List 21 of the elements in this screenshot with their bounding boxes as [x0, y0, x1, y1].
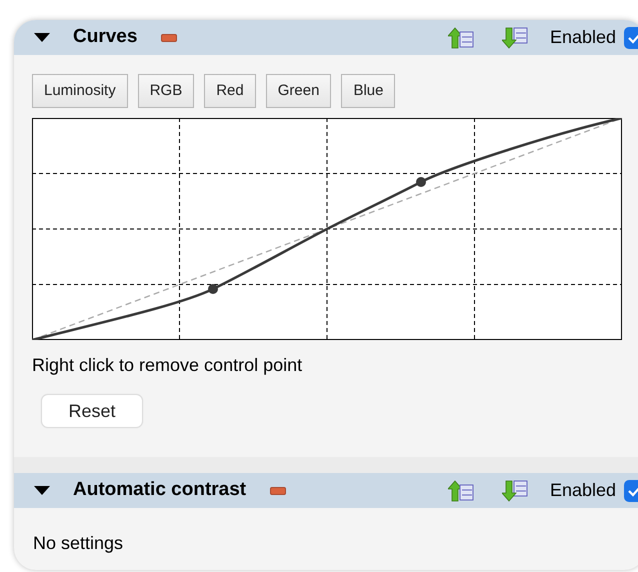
move-up-icon[interactable]	[448, 26, 474, 48]
enabled-label: Enabled	[550, 479, 616, 502]
channel-button[interactable]: RGB	[138, 74, 194, 108]
reset-button[interactable]: Reset	[42, 395, 142, 427]
move-up-icon[interactable]	[448, 480, 474, 502]
curve-graph-drawing[interactable]	[32, 118, 622, 340]
remove-button[interactable]	[161, 34, 178, 42]
disclosure-triangle[interactable]	[33, 30, 51, 44]
disclosure-triangle[interactable]	[33, 484, 51, 498]
channel-button[interactable]: Green	[266, 74, 332, 108]
channel-button[interactable]: Red	[204, 74, 256, 108]
message-text: No settings	[33, 533, 124, 553]
channel-button[interactable]: Blue	[341, 74, 396, 108]
move-down-icon[interactable]	[502, 26, 528, 48]
section-title: Automatic contrast	[73, 478, 246, 502]
remove-button[interactable]	[270, 486, 286, 494]
hint-text: Right click to remove control point	[32, 354, 304, 377]
enabled-label: Enabled	[550, 26, 616, 49]
section-title: Curves	[73, 25, 138, 50]
move-down-icon[interactable]	[502, 480, 528, 502]
channel-button[interactable]: Luminosity	[32, 74, 128, 108]
